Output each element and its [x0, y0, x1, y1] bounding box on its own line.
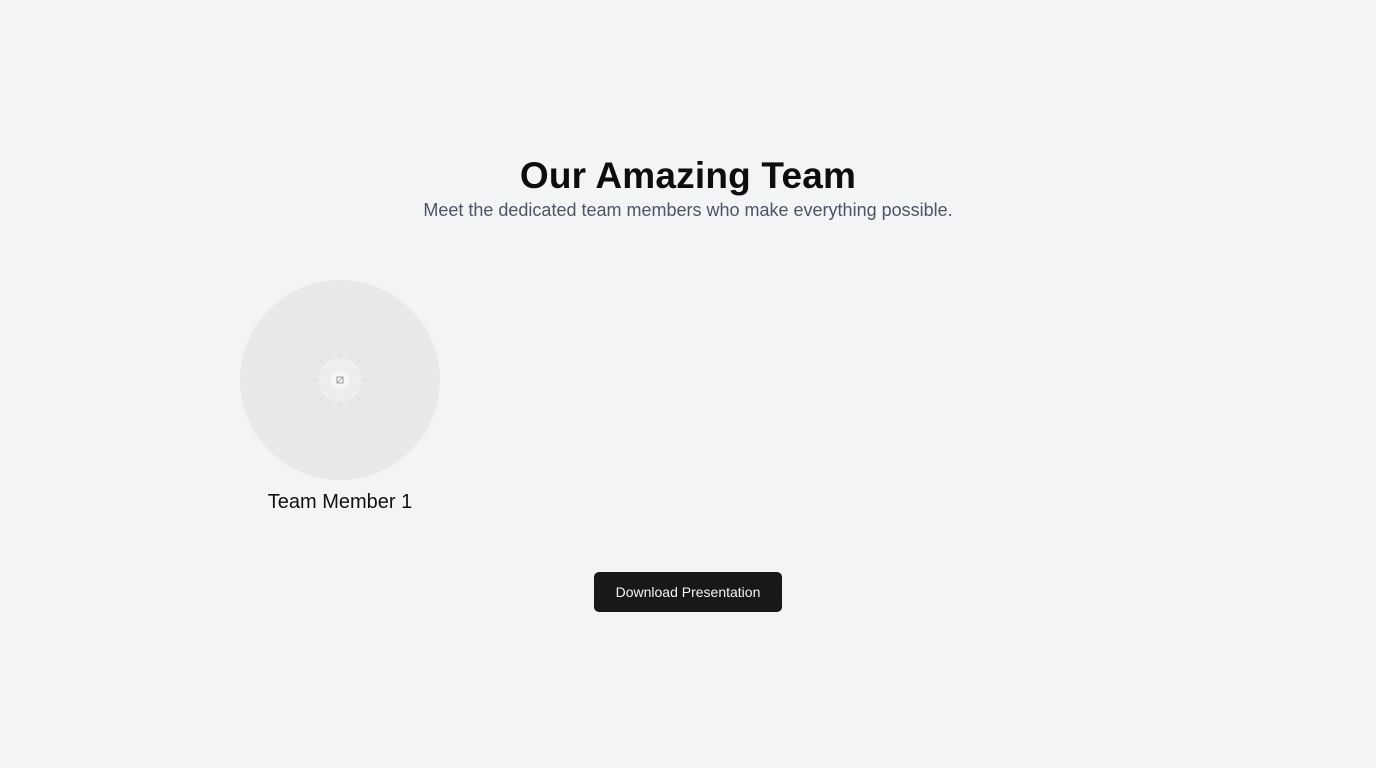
page-subtitle: Meet the dedicated team members who make…	[423, 200, 953, 220]
avatar	[240, 280, 440, 480]
image-placeholder-icon	[310, 350, 370, 410]
team-member-card: Team Member 1	[240, 280, 440, 515]
download-presentation-button[interactable]: Download Presentation	[594, 572, 782, 612]
team-page: Our Amazing Team Meet the dedicated team…	[0, 0, 1376, 768]
page-title: Our Amazing Team	[519, 155, 857, 196]
team-member-name: Team Member 1	[267, 491, 413, 513]
